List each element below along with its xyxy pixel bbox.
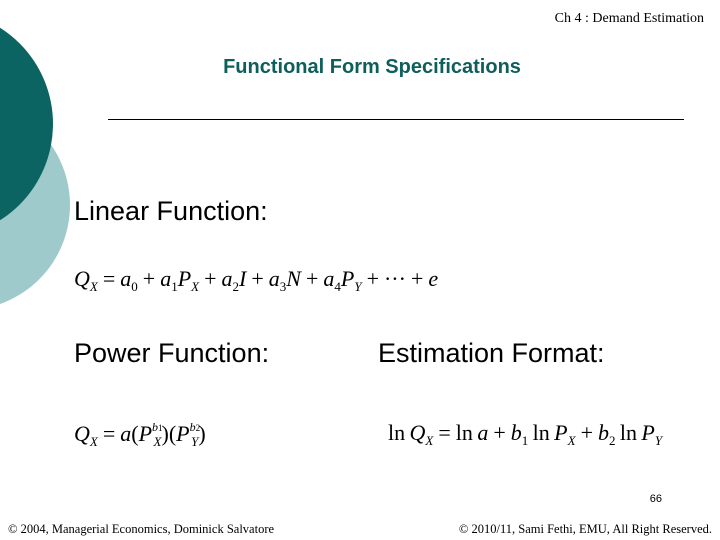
footer-left-copyright: © 2004, Managerial Economics, Dominick S… <box>8 522 275 536</box>
linear-function-label: Linear Function: <box>74 196 268 226</box>
estimation-equation: ln QX = ln a + b1 ln PX + b2 ln PY <box>388 420 663 448</box>
chapter-header: Ch 4 : Demand Estimation <box>554 11 704 26</box>
slide-title: Functional Form Specifications <box>0 56 720 79</box>
page-number: 66 <box>649 493 662 505</box>
footer-right-copyright: © 2010/11, Sami Fethi, EMU, All Right Re… <box>458 522 712 536</box>
slide-title-text: Functional Form Specifications <box>223 56 521 78</box>
title-divider <box>108 119 684 120</box>
linear-equation: QX = a0 + a1PX + a2I + a3N + a4PY + ··· + e <box>74 266 439 294</box>
estimation-format-label: Estimation Format: <box>378 338 605 368</box>
power-function-label: Power Function: <box>74 338 270 368</box>
power-equation: QX = a(Pb1X)(Pb2Y) <box>74 420 206 449</box>
